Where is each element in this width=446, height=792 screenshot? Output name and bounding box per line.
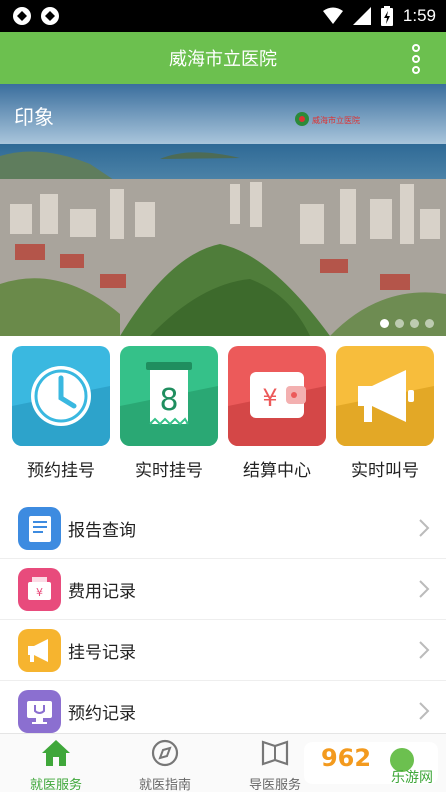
quick-action-settlement[interactable]: ¥ 结算中心: [228, 346, 326, 481]
list-item-label: 预约记录: [68, 704, 136, 724]
map-book-icon: [261, 740, 289, 766]
register-record-icon: [18, 629, 61, 672]
menu-list: 报告查询 ¥ 费用记录 挂号记录 预约记录: [0, 498, 446, 742]
svg-text:8: 8: [159, 383, 178, 418]
notification-app-icon: [13, 7, 31, 25]
nav-tab-label: 就医服务: [29, 778, 82, 792]
nav-tab-label: 就医指南: [138, 778, 191, 792]
status-bar: 1:59: [0, 0, 446, 32]
nav-tab-guide[interactable]: 就医指南: [115, 738, 215, 792]
clock-time: 1:59: [402, 6, 436, 25]
megaphone-icon[interactable]: [336, 346, 434, 446]
banner-carousel[interactable]: 威海市立医院 印象: [0, 84, 446, 336]
notification-app-icon: [41, 7, 59, 25]
svg-text:¥: ¥: [262, 384, 277, 412]
svg-text:¥: ¥: [36, 586, 43, 599]
list-item-fee-record[interactable]: ¥ 费用记录: [0, 559, 446, 620]
carousel-dot[interactable]: [410, 319, 419, 328]
chevron-right-icon: [419, 519, 430, 537]
carousel-dot[interactable]: [380, 319, 389, 328]
quick-action-realtime-register[interactable]: 8 实时挂号: [120, 346, 218, 481]
svg-text:962: 962: [321, 744, 371, 772]
notification-icons: [12, 6, 60, 26]
fee-record-icon: ¥: [18, 568, 61, 611]
nav-tab-medical-service[interactable]: 就医服务: [6, 738, 106, 792]
carousel-indicator[interactable]: [380, 319, 434, 328]
quick-actions: 预约挂号 8 实时挂号 ¥ 结算中心 实时叫号: [0, 346, 446, 486]
chevron-right-icon: [419, 702, 430, 720]
list-item-label: 挂号记录: [68, 643, 136, 663]
chevron-right-icon: [419, 641, 430, 659]
quick-action-realtime-call[interactable]: 实时叫号: [336, 346, 434, 481]
home-icon: [42, 740, 70, 766]
quick-action-appointment[interactable]: 预约挂号: [12, 346, 110, 481]
carousel-dot[interactable]: [395, 319, 404, 328]
wallet-yen-icon[interactable]: ¥: [228, 346, 326, 446]
carousel-dot[interactable]: [425, 319, 434, 328]
signal-icon: [352, 7, 371, 25]
quick-action-label: 实时挂号: [135, 461, 203, 481]
chevron-right-icon: [419, 580, 430, 598]
quick-action-label: 预约挂号: [27, 461, 95, 481]
banner-caption: 印象: [14, 105, 54, 129]
quick-action-label: 结算中心: [243, 461, 311, 481]
page-title: 威海市立医院: [169, 49, 277, 70]
svg-text:乐游网: 乐游网: [391, 770, 433, 786]
app-bar: 威海市立医院: [0, 32, 446, 84]
compass-icon: [151, 739, 179, 767]
quick-action-label: 实时叫号: [351, 461, 419, 481]
list-item-report[interactable]: 报告查询: [0, 498, 446, 559]
list-item-label: 费用记录: [68, 582, 136, 602]
bottom-navigation: 就医服务 就医指南 导医服务 962 乐游网: [0, 733, 446, 792]
clock-icon[interactable]: [12, 346, 110, 446]
number-ticket-icon[interactable]: 8: [120, 346, 218, 446]
wifi-icon: [322, 7, 343, 24]
appointment-record-icon: [18, 690, 61, 733]
battery-charging-icon: [380, 6, 393, 26]
report-icon: [18, 507, 61, 550]
list-item-label: 报告查询: [68, 521, 136, 541]
more-options-icon[interactable]: [410, 44, 422, 74]
site-watermark: 962 乐游网: [304, 742, 438, 786]
list-item-register-record[interactable]: 挂号记录: [0, 620, 446, 681]
city-panorama-image: 威海市立医院 印象: [0, 84, 446, 336]
banner-logo-text: 威海市立医院: [312, 115, 360, 125]
